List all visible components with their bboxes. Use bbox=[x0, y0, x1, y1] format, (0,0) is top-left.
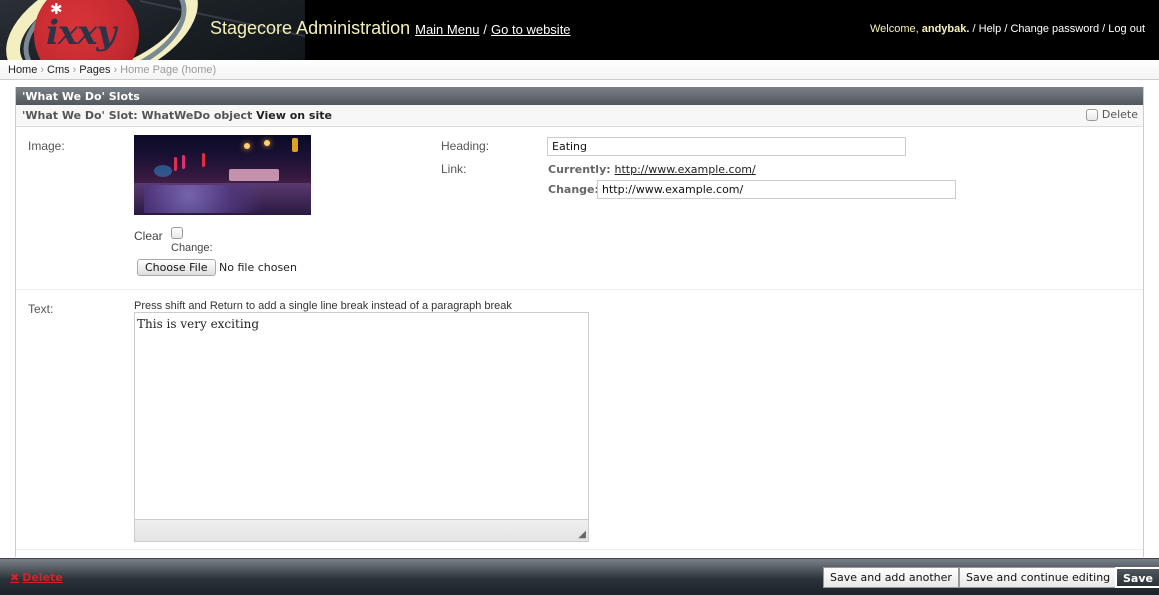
username: andybak. bbox=[921, 23, 970, 35]
heading-input[interactable] bbox=[547, 137, 906, 156]
inline-module: 'What We Do' Slots 'What We Do' Slot: Wh… bbox=[15, 87, 1144, 557]
delete-x-icon: ✖ bbox=[10, 571, 20, 584]
breadcrumb-pages[interactable]: Pages bbox=[79, 64, 110, 76]
module-title: 'What We Do' Slots bbox=[16, 87, 1143, 105]
user-tools: Welcome, andybak. / Help / Change passwo… bbox=[870, 23, 1145, 35]
welcome-text: Welcome, bbox=[869, 23, 919, 35]
delete-link-label: Delete bbox=[22, 571, 63, 584]
text-editor-content[interactable]: This is very exciting bbox=[135, 313, 588, 335]
help-link[interactable]: Help bbox=[979, 23, 1002, 35]
change-image-label: Change: bbox=[171, 242, 213, 254]
separator: / bbox=[483, 22, 488, 37]
clear-label: Clear bbox=[134, 229, 163, 243]
link-input[interactable] bbox=[597, 180, 956, 199]
form-row-text: Text: Press shift and Return to add a si… bbox=[16, 290, 1143, 550]
text-help: Press shift and Return to add a single l… bbox=[134, 300, 512, 312]
change-link-label: Change: bbox=[548, 183, 599, 196]
breadcrumb-separator: › bbox=[40, 64, 45, 76]
delete-checkbox-wrapper[interactable]: Delete bbox=[1085, 108, 1138, 121]
delete-checkbox-label: Delete bbox=[1101, 108, 1138, 121]
image-thumbnail[interactable] bbox=[134, 135, 311, 215]
change-password-link[interactable]: Change password bbox=[1010, 23, 1099, 35]
no-file-chosen-text: No file chosen bbox=[219, 261, 297, 274]
link-label: Link: bbox=[441, 162, 467, 176]
form-row-image-heading: Image: Clear Change: Choose File No file… bbox=[16, 127, 1143, 290]
object-header: 'What We Do' Slot: WhatWeDo object View … bbox=[16, 105, 1143, 127]
text-label: Text: bbox=[28, 302, 54, 316]
branding: Stagecore Administration Main Menu / Go … bbox=[210, 18, 571, 39]
site-title: Stagecore Administration bbox=[210, 18, 411, 38]
submit-row: ✖ Delete Save and add another Save and c… bbox=[0, 558, 1159, 595]
clear-image-checkbox[interactable] bbox=[171, 227, 183, 239]
link-currently: Currently: http://www.example.com/ bbox=[548, 163, 756, 176]
header: ✱ ixxy Stagecore Administration Main Men… bbox=[0, 0, 1159, 60]
logo-text: ixxy bbox=[46, 13, 116, 53]
text-editor[interactable]: This is very exciting ◢ bbox=[134, 312, 589, 542]
main-menu-link[interactable]: Main Menu bbox=[415, 22, 479, 37]
resize-handle-icon[interactable]: ◢ bbox=[578, 529, 586, 540]
editor-statusbar: ◢ bbox=[135, 519, 588, 541]
view-on-site-link[interactable]: View on site bbox=[256, 109, 332, 122]
breadcrumb-cms[interactable]: Cms bbox=[47, 64, 70, 76]
breadcrumb-home[interactable]: Home bbox=[8, 64, 37, 76]
object-title: 'What We Do' Slot: WhatWeDo object bbox=[22, 109, 253, 122]
log-out-link[interactable]: Log out bbox=[1108, 23, 1145, 35]
save-and-continue-button[interactable]: Save and continue editing bbox=[959, 567, 1118, 588]
delete-link[interactable]: ✖ Delete bbox=[10, 571, 63, 584]
save-button[interactable]: Save bbox=[1115, 567, 1159, 588]
breadcrumb-separator: › bbox=[72, 64, 77, 76]
save-and-add-another-button[interactable]: Save and add another bbox=[823, 567, 959, 588]
current-link[interactable]: http://www.example.com/ bbox=[615, 163, 756, 176]
heading-label: Heading: bbox=[441, 139, 490, 153]
choose-file-button[interactable]: Choose File bbox=[137, 259, 216, 276]
image-label: Image: bbox=[28, 139, 65, 153]
go-to-website-link[interactable]: Go to website bbox=[491, 22, 571, 37]
breadcrumb-current: Home Page (home) bbox=[120, 64, 217, 76]
breadcrumb-separator: › bbox=[113, 64, 118, 76]
breadcrumb: Home › Cms › Pages › Home Page (home) bbox=[0, 60, 1159, 80]
currently-label: Currently: bbox=[548, 163, 611, 176]
delete-checkbox[interactable] bbox=[1085, 108, 1098, 121]
